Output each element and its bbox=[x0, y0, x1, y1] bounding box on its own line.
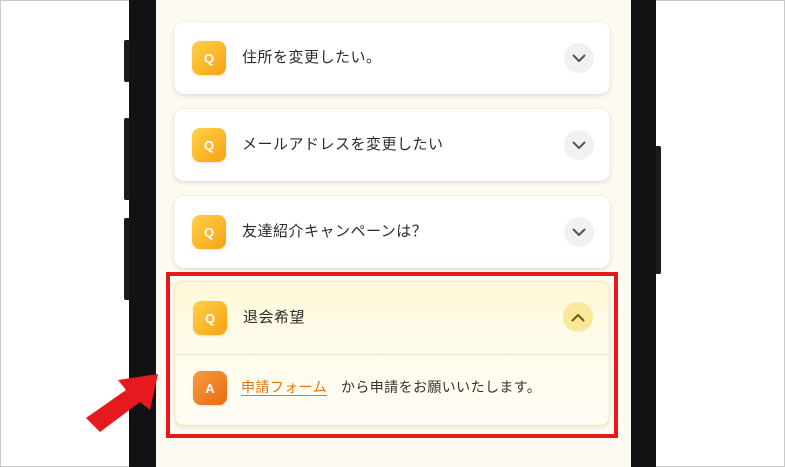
question-badge: Q bbox=[192, 128, 226, 162]
faq-answer-body: から申請をお願いいたします。 bbox=[340, 380, 542, 396]
chevron-down-icon[interactable] bbox=[564, 217, 594, 247]
faq-question-row[interactable]: Q メールアドレスを変更したい bbox=[174, 109, 610, 181]
question-badge: Q bbox=[192, 215, 226, 249]
faq-question-text: 退会希望 bbox=[243, 308, 306, 326]
chevron-down-icon[interactable] bbox=[564, 130, 594, 160]
chevron-up-icon[interactable] bbox=[563, 302, 593, 332]
faq-item-address-change[interactable]: Q 住所を変更したい。 bbox=[174, 22, 610, 94]
chevron-down-icon[interactable] bbox=[564, 43, 594, 73]
faq-item-email-change[interactable]: Q メールアドレスを変更したい bbox=[174, 109, 610, 181]
faq-question-text: メールアドレスを変更したい bbox=[242, 135, 444, 153]
faq-screen: Q 住所を変更したい。 Q メールアドレスを変更したい Q 友達紹介キャンペーン… bbox=[156, 0, 631, 467]
faq-question-text: 住所を変更したい。 bbox=[242, 48, 382, 66]
faq-item-withdrawal[interactable]: Q 退会希望 A 申請フォーム から申請をお願いいたします。 bbox=[174, 281, 610, 426]
faq-question-row[interactable]: Q 友達紹介キャンペーンは？ bbox=[174, 196, 610, 268]
faq-answer-divider bbox=[175, 354, 609, 355]
application-form-link[interactable]: 申請フォーム bbox=[241, 380, 327, 396]
faq-item-referral-campaign[interactable]: Q 友達紹介キャンペーンは？ bbox=[174, 196, 610, 268]
faq-question-text: 友達紹介キャンペーンは？ bbox=[242, 222, 428, 240]
question-badge: Q bbox=[193, 301, 227, 335]
answer-badge: A bbox=[193, 371, 227, 405]
faq-question-row[interactable]: Q 住所を変更したい。 bbox=[174, 22, 610, 94]
red-arrow-icon bbox=[86, 374, 158, 432]
question-badge: Q bbox=[192, 41, 226, 75]
faq-answer-text: 申請フォーム から申請をお願いいたします。 bbox=[241, 377, 541, 397]
faq-question-row[interactable]: Q 退会希望 bbox=[175, 282, 609, 354]
